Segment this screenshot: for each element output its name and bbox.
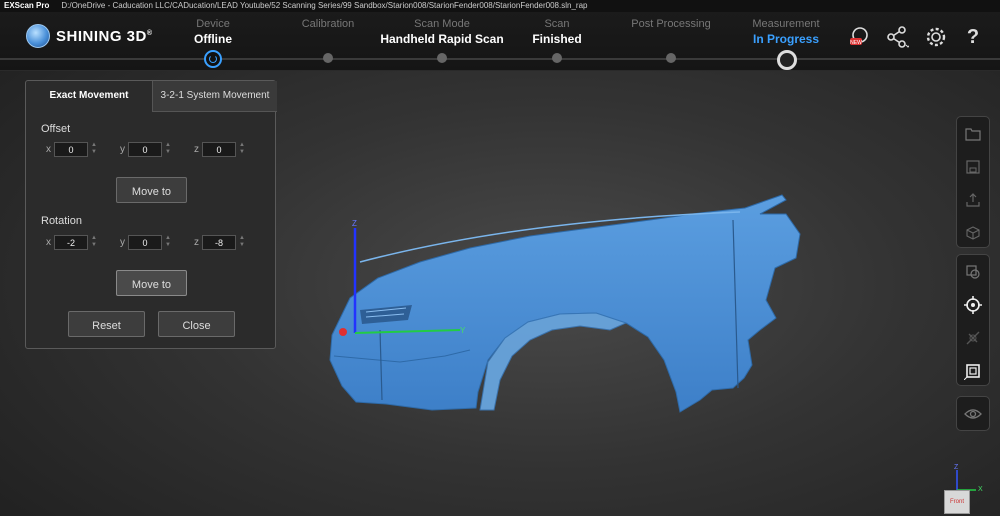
view-cube[interactable]: Front — [944, 490, 970, 514]
rotation-y-field-group: y ▲▼ — [120, 235, 171, 250]
move-dialog: Exact Movement 3-2-1 System Movement Off… — [25, 80, 277, 349]
offset-x-spinner[interactable]: ▲ ▼ — [91, 142, 97, 157]
rotation-z-input[interactable] — [202, 235, 236, 250]
reset-button[interactable]: Reset — [68, 311, 145, 337]
fender-scan-mesh[interactable] — [329, 194, 801, 413]
offset-z-spinner[interactable]: ▲ ▼ — [239, 142, 245, 157]
bounding-box-icon[interactable] — [957, 354, 989, 387]
save-icon[interactable] — [957, 150, 989, 183]
offset-z-field-group: z ▲▼ — [194, 142, 245, 157]
offset-x-input[interactable] — [54, 142, 88, 157]
rotation-move-to-button[interactable]: Move to — [116, 270, 187, 296]
rotation-label: Rotation — [41, 215, 82, 227]
offset-z-input[interactable] — [202, 142, 236, 157]
close-button[interactable]: Close — [158, 311, 235, 337]
rotation-x-input[interactable] — [54, 235, 88, 250]
tab-exact-movement[interactable]: Exact Movement — [26, 81, 152, 111]
view-toolbar — [956, 396, 990, 431]
offset-x-field-group: x ▲▼ — [46, 142, 97, 157]
rotation-z-spinner[interactable]: ▲ ▼ — [239, 235, 245, 250]
open-folder-icon[interactable] — [957, 117, 989, 150]
rotation-y-input[interactable] — [128, 235, 162, 250]
rotation-z-field-group: z ▲▼ — [194, 235, 245, 250]
tab-321-system-movement[interactable]: 3-2-1 System Movement — [152, 81, 277, 112]
measure-toolbar — [956, 254, 990, 386]
z-axis-label: Z — [352, 219, 357, 228]
visibility-eye-icon[interactable] — [957, 397, 989, 430]
offset-move-to-button[interactable]: Move to — [116, 177, 187, 203]
target-align-icon[interactable] — [957, 288, 989, 321]
view-cube-z-label: Z — [954, 464, 959, 471]
view-cube-x-label: X — [978, 486, 983, 492]
transform-tool-icon[interactable] — [957, 321, 989, 354]
file-toolbar — [956, 116, 990, 248]
offset-y-field-group: y ▲▼ — [120, 142, 171, 157]
offset-label: Offset — [41, 123, 71, 135]
offset-y-input[interactable] — [128, 142, 162, 157]
export-icon[interactable] — [957, 183, 989, 216]
y-axis-label: Y — [460, 326, 466, 335]
rotation-y-spinner[interactable]: ▲ ▼ — [165, 235, 171, 250]
offset-y-spinner[interactable]: ▲ ▼ — [165, 142, 171, 157]
copy-view-icon[interactable] — [957, 255, 989, 288]
rotation-x-field-group: x ▲▼ — [46, 235, 97, 250]
model-cube-icon[interactable] — [957, 216, 989, 249]
rotation-x-spinner[interactable]: ▲ ▼ — [91, 235, 97, 250]
